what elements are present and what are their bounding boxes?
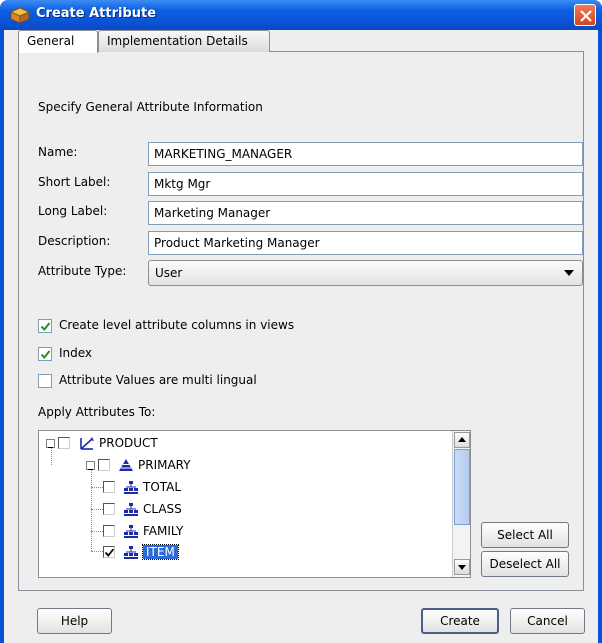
multi-lingual-checkbox[interactable]: Attribute Values are multi lingual (38, 373, 308, 389)
checkbox-label: Index (59, 346, 93, 360)
dimension-icon (80, 437, 94, 450)
tree-content: PRODUCT PRIMARY TOTAL CLASS FAMILY ITEM (39, 431, 452, 577)
collapse-icon[interactable] (46, 439, 55, 448)
level-icon (124, 525, 138, 538)
arrow-down-icon (458, 565, 466, 570)
level-icon (124, 503, 138, 516)
tree-scrollbar[interactable] (452, 431, 470, 577)
check-icon (104, 548, 115, 557)
checkbox-box (38, 374, 52, 388)
tree-connector (91, 551, 103, 552)
tree-node-item[interactable]: ITEM (103, 544, 243, 561)
tree-connector (91, 509, 103, 510)
tree-node-family[interactable]: FAMILY (103, 524, 243, 540)
checkbox-box (38, 347, 52, 361)
tree-checkbox[interactable] (103, 503, 115, 515)
level-icon (124, 481, 138, 494)
cube-icon (9, 6, 31, 24)
create-button[interactable]: Create (421, 608, 499, 634)
tree-checkbox[interactable] (103, 546, 115, 558)
create-level-columns-checkbox[interactable]: Create level attribute columns in views (38, 318, 338, 334)
attribute-type-value: User (155, 266, 183, 280)
tab-general-label: General (27, 34, 75, 48)
tree-checkbox[interactable] (58, 437, 70, 449)
tree-node-label: FAMILY (143, 524, 184, 538)
check-icon (40, 322, 51, 332)
chevron-down-icon (564, 270, 574, 276)
level-icon (124, 546, 138, 559)
checkbox-box (38, 319, 52, 333)
tab-implementation-details-label: Implementation Details (107, 34, 248, 48)
tree-node-primary[interactable]: PRIMARY (86, 458, 246, 474)
tree-connector (91, 487, 103, 488)
long-label-field[interactable]: Marketing Manager (148, 201, 583, 225)
short-label-label: Short Label: (38, 175, 111, 189)
attributes-tree[interactable]: PRODUCT PRIMARY TOTAL CLASS FAMILY ITEM (38, 430, 471, 578)
collapse-icon[interactable] (86, 461, 95, 470)
tree-node-label: ITEM (142, 544, 179, 560)
attribute-type-select[interactable]: User (148, 260, 583, 286)
scroll-thumb[interactable] (454, 449, 470, 525)
long-label-label: Long Label: (38, 204, 108, 218)
description-field[interactable]: Product Marketing Manager (148, 231, 583, 255)
hierarchy-icon (119, 459, 133, 471)
close-button[interactable] (574, 4, 596, 26)
dialog-window: Create Attribute General Implementation … (0, 0, 602, 643)
checkbox-label: Create level attribute columns in views (59, 318, 295, 332)
attribute-type-label: Attribute Type: (38, 264, 127, 278)
tree-node-product[interactable]: PRODUCT (46, 436, 206, 452)
tree-checkbox[interactable] (103, 481, 115, 493)
deselect-all-button[interactable]: Deselect All (481, 551, 569, 577)
name-label: Name: (38, 145, 78, 159)
arrow-up-icon (458, 437, 466, 442)
checkbox-label: Attribute Values are multi lingual (59, 373, 257, 387)
select-all-button[interactable]: Select All (481, 522, 569, 548)
tree-node-label: TOTAL (143, 480, 182, 494)
description-label: Description: (38, 234, 111, 248)
tree-node-label: PRIMARY (138, 458, 191, 472)
tree-checkbox[interactable] (98, 459, 110, 471)
tree-node-label: CLASS (143, 502, 182, 516)
check-icon (40, 350, 51, 360)
tree-connector (91, 469, 92, 551)
section-heading: Specify General Attribute Information (38, 100, 263, 114)
scroll-up-button[interactable] (454, 432, 470, 448)
scroll-down-button[interactable] (454, 559, 470, 575)
title-bar: Create Attribute (0, 0, 602, 30)
tree-node-label: PRODUCT (99, 436, 158, 450)
index-checkbox[interactable]: Index (38, 346, 158, 362)
tree-node-class[interactable]: CLASS (103, 502, 243, 518)
apply-attributes-label: Apply Attributes To: (38, 405, 156, 419)
tree-connector (91, 531, 103, 532)
cancel-button[interactable]: Cancel (510, 608, 585, 634)
tree-node-total[interactable]: TOTAL (103, 480, 243, 496)
tree-checkbox[interactable] (103, 525, 115, 537)
close-icon (580, 10, 592, 22)
help-button[interactable]: Help (37, 608, 112, 634)
name-field[interactable]: MARKETING_MANAGER (148, 142, 583, 166)
tab-general[interactable]: General (18, 30, 98, 53)
window-title: Create Attribute (36, 6, 157, 21)
short-label-field[interactable]: Mktg Mgr (148, 172, 583, 196)
tab-implementation-details[interactable]: Implementation Details (98, 30, 270, 52)
